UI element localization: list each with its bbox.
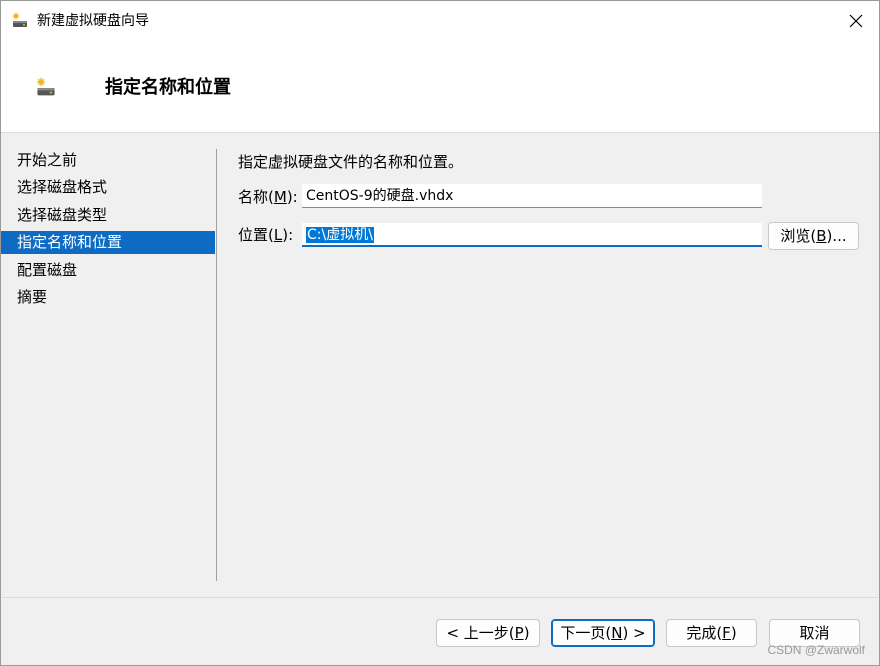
finish-button[interactable]: 完成(F) xyxy=(666,619,757,647)
location-value: C:\虚拟机\ xyxy=(306,227,374,243)
browse-button[interactable]: 浏览(B)... xyxy=(768,222,859,250)
footer-divider xyxy=(2,597,878,598)
close-button[interactable] xyxy=(833,1,879,41)
browse-key: B xyxy=(816,227,827,245)
nav-divider xyxy=(216,149,217,581)
step-choose-disk-type[interactable]: 选择磁盘类型 xyxy=(1,204,215,227)
finish-prefix: 完成( xyxy=(686,624,723,642)
next-key: N xyxy=(611,624,623,642)
next-suffix: ) > xyxy=(622,624,646,642)
browse-prefix: 浏览( xyxy=(780,227,817,245)
location-label-key: L xyxy=(273,226,283,244)
prev-suffix: ) xyxy=(523,624,530,642)
step-summary[interactable]: 摘要 xyxy=(1,286,215,309)
name-input[interactable]: CentOS-9的硬盘.vhdx xyxy=(302,184,762,208)
name-label-suffix: ): xyxy=(286,188,298,206)
disk-wizard-icon xyxy=(12,12,27,27)
name-label: 名称(M): xyxy=(238,187,298,207)
browse-suffix: )... xyxy=(826,227,847,245)
window-title: 新建虚拟硬盘向导 xyxy=(37,13,149,29)
page-title: 指定名称和位置 xyxy=(105,77,231,98)
step-specify-name-location[interactable]: 指定名称和位置 xyxy=(1,231,215,255)
location-label-prefix: 位置( xyxy=(238,226,274,244)
step-configure-disk[interactable]: 配置磁盘 xyxy=(1,259,215,282)
finish-suffix: ) xyxy=(730,624,737,642)
watermark: CSDN @Zwarwolf xyxy=(767,643,865,657)
previous-button[interactable]: < 上一步(P) xyxy=(436,619,540,647)
title-bar: 新建虚拟硬盘向导 xyxy=(1,1,879,41)
wizard-window: 新建虚拟硬盘向导 指定名称和位置 开始之前 选择磁盘格式 选择磁盘类型 指定名称… xyxy=(0,0,880,666)
finish-key: F xyxy=(722,624,731,642)
page-description: 指定虚拟硬盘文件的名称和位置。 xyxy=(238,153,464,171)
next-button[interactable]: 下一页(N) > xyxy=(551,619,655,647)
location-label-suffix: ): xyxy=(282,226,294,244)
close-icon xyxy=(849,14,863,28)
location-label: 位置(L): xyxy=(238,225,293,245)
name-label-key: M xyxy=(273,188,287,206)
disk-wizard-icon xyxy=(36,77,55,96)
step-before-you-begin[interactable]: 开始之前 xyxy=(1,149,215,172)
wizard-steps: 开始之前 选择磁盘格式 选择磁盘类型 指定名称和位置 配置磁盘 摘要 xyxy=(1,149,215,313)
location-input[interactable]: C:\虚拟机\ xyxy=(302,223,762,247)
prev-prefix: < 上一步( xyxy=(446,624,515,642)
page-header: 指定名称和位置 xyxy=(1,41,879,133)
step-choose-disk-format[interactable]: 选择磁盘格式 xyxy=(1,176,215,199)
next-prefix: 下一页( xyxy=(560,624,612,642)
name-label-prefix: 名称( xyxy=(238,188,274,206)
prev-key: P xyxy=(514,624,524,642)
